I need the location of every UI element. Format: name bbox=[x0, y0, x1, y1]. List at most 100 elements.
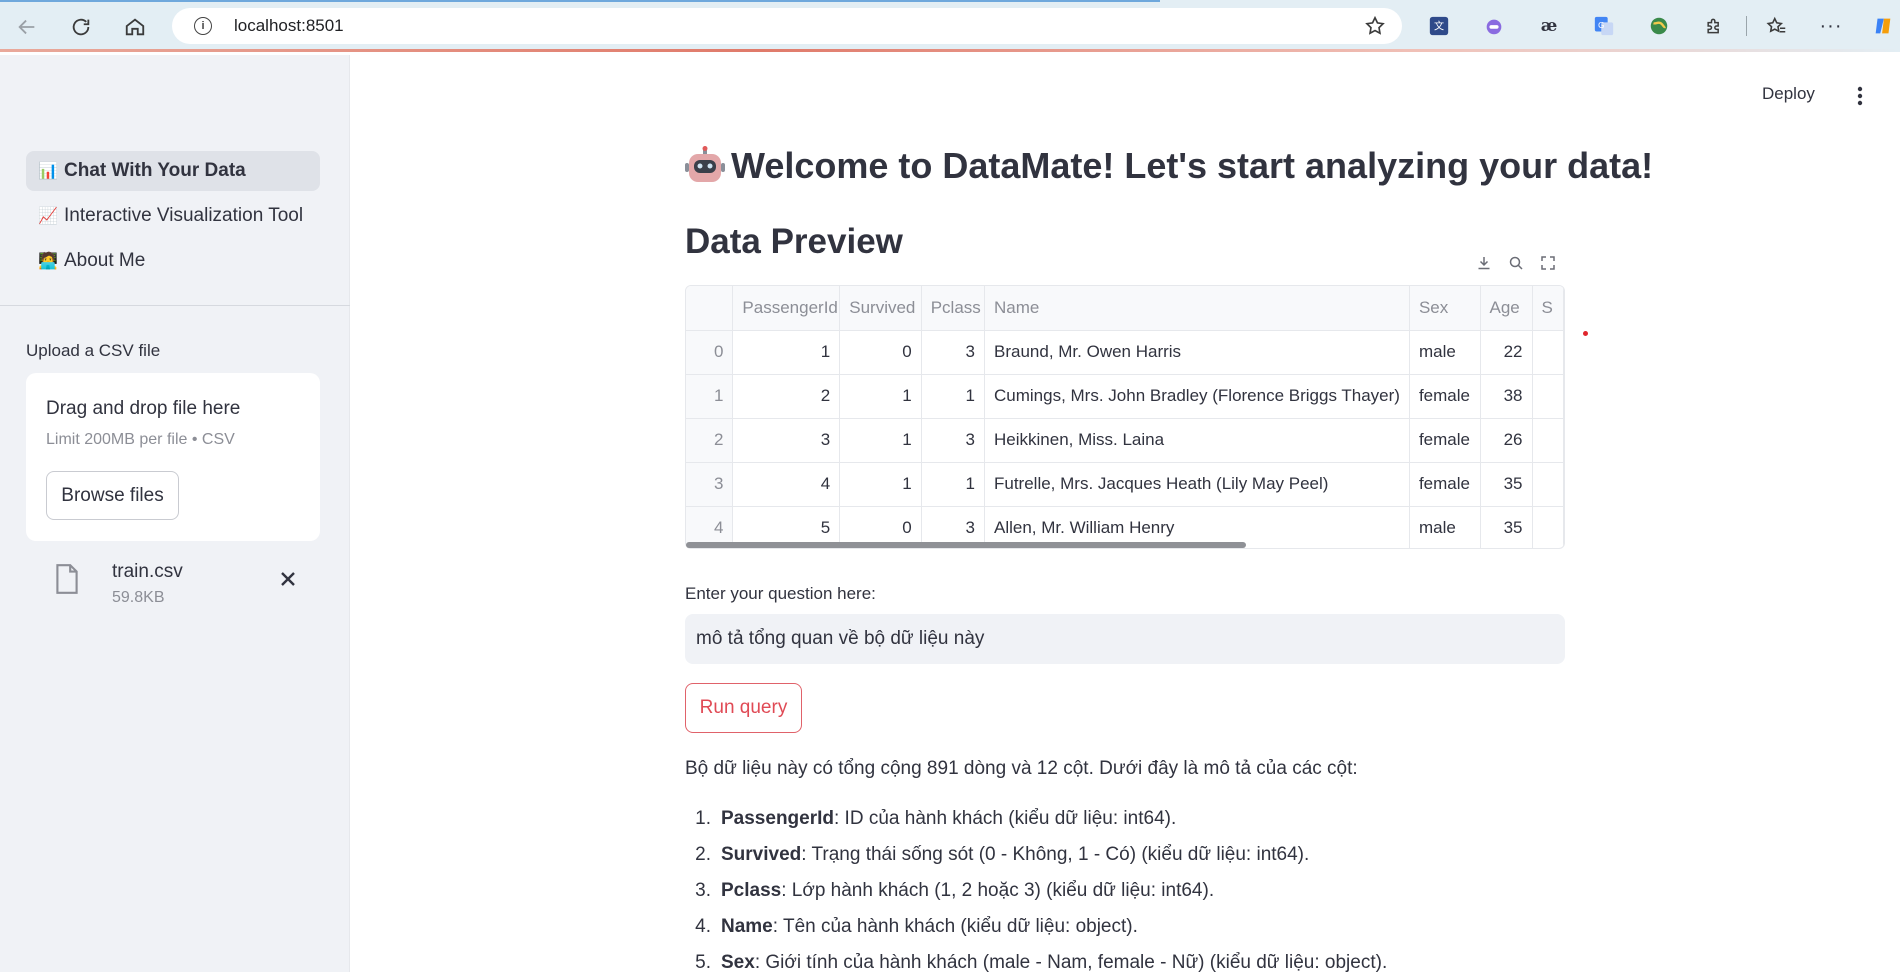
purple-extension-icon[interactable] bbox=[1481, 13, 1507, 39]
search-icon[interactable] bbox=[1508, 255, 1524, 271]
table-cell[interactable]: 1 bbox=[839, 418, 922, 463]
row-index: 3 bbox=[686, 462, 734, 507]
file-name: train.csv bbox=[112, 561, 183, 582]
table-cell[interactable]: 35 bbox=[1480, 462, 1533, 507]
dropzone-limit: Limit 200MB per file • CSV bbox=[46, 431, 235, 448]
file-dropzone[interactable]: Drag and drop file here Limit 200MB per … bbox=[26, 373, 320, 541]
column-header[interactable]: Survived bbox=[839, 286, 922, 331]
reload-icon bbox=[72, 18, 90, 36]
column-header[interactable]: Sex bbox=[1409, 286, 1481, 331]
list-item-term: Sex bbox=[721, 952, 755, 972]
table-cell[interactable]: 38 bbox=[1480, 374, 1533, 419]
table-row: 2 3 1 3 Heikkinen, Miss. Laina female 26 bbox=[686, 418, 1564, 463]
dropzone-title: Drag and drop file here bbox=[46, 398, 241, 419]
column-header[interactable]: Pclass bbox=[921, 286, 986, 331]
globe-extension-icon[interactable] bbox=[1646, 13, 1672, 39]
svg-text:G: G bbox=[1598, 20, 1604, 30]
list-item: 3. Pclass: Lớp hành khách (1, 2 hoặc 3) (… bbox=[685, 880, 1387, 916]
upload-label: Upload a CSV file bbox=[26, 341, 161, 360]
page-title: Welcome to DataMate! Let's start analyzi… bbox=[685, 145, 1653, 187]
puzzle-icon[interactable] bbox=[1701, 13, 1727, 39]
table-cell[interactable] bbox=[1532, 330, 1564, 375]
question-label: Enter your question here: bbox=[685, 584, 876, 603]
table-cell[interactable]: female bbox=[1409, 374, 1481, 419]
column-header[interactable]: S bbox=[1532, 286, 1564, 331]
table-cell[interactable] bbox=[1532, 506, 1564, 548]
list-item-term: PassengerId bbox=[721, 808, 834, 829]
uploaded-file: train.csv 59.8KB bbox=[26, 553, 320, 613]
page-title-text: Welcome to DataMate! Let's start analyzi… bbox=[731, 145, 1654, 186]
table-cell[interactable]: 1 bbox=[732, 330, 841, 375]
site-info-icon[interactable]: i bbox=[194, 17, 212, 35]
answer-intro: Bộ dữ liệu này có tổng cộng 891 dòng và … bbox=[685, 758, 1358, 779]
sidebar-item-interactive-visualization-tool[interactable]: 📈 Interactive Visualization Tool bbox=[26, 196, 320, 236]
data-preview-heading: Data Preview bbox=[685, 222, 903, 261]
table-cell[interactable]: female bbox=[1409, 462, 1481, 507]
address-bar[interactable]: i localhost:8501 bbox=[172, 8, 1402, 44]
run-query-button[interactable]: Run query bbox=[685, 683, 802, 733]
translate-extension-icon[interactable]: 文 bbox=[1426, 13, 1452, 39]
list-item: 2. Survived: Trạng thái sống sót (0 - Khô… bbox=[685, 844, 1387, 880]
table-cell[interactable] bbox=[1532, 374, 1564, 419]
table-horizontal-scrollbar[interactable] bbox=[686, 542, 1246, 548]
favorites-icon[interactable] bbox=[1763, 13, 1789, 39]
sidebar-item-chat-with-your-data[interactable]: 📊 Chat With Your Data bbox=[26, 151, 320, 191]
fullscreen-icon[interactable] bbox=[1540, 255, 1556, 271]
more-icon[interactable]: ··· bbox=[1818, 13, 1844, 39]
technologist-icon: 🧑‍💻 bbox=[38, 253, 58, 270]
table-cell[interactable]: 4 bbox=[732, 462, 841, 507]
table-cell[interactable]: Heikkinen, Miss. Laina bbox=[984, 418, 1410, 463]
download-icon[interactable] bbox=[1476, 255, 1492, 271]
robot-icon bbox=[685, 146, 725, 182]
google-translate-icon[interactable]: G bbox=[1591, 13, 1617, 39]
toolbar-accent-line bbox=[0, 49, 1900, 52]
table-cell[interactable] bbox=[1532, 462, 1564, 507]
table-cell[interactable]: 1 bbox=[839, 374, 922, 419]
question-input[interactable] bbox=[685, 614, 1565, 664]
home-button[interactable] bbox=[120, 12, 150, 42]
table-cell[interactable]: Futrelle, Mrs. Jacques Heath (Lily May P… bbox=[984, 462, 1410, 507]
table-cell[interactable]: Braund, Mr. Owen Harris bbox=[984, 330, 1410, 375]
list-item-term: Survived bbox=[721, 844, 802, 865]
table-cell[interactable]: 1 bbox=[921, 462, 986, 507]
back-button[interactable] bbox=[12, 12, 42, 42]
list-item: 5. Sex: Giới tính của hành khách (male - … bbox=[685, 952, 1387, 972]
table-cell[interactable]: 35 bbox=[1480, 506, 1533, 548]
main-menu-icon[interactable] bbox=[1850, 84, 1870, 108]
copilot-icon[interactable] bbox=[1870, 13, 1896, 39]
table-cell[interactable]: 1 bbox=[921, 374, 986, 419]
table-cell[interactable]: female bbox=[1409, 418, 1481, 463]
table-cell[interactable]: 1 bbox=[839, 462, 922, 507]
table-cell[interactable]: 26 bbox=[1480, 418, 1533, 463]
table-cell[interactable]: 0 bbox=[839, 330, 922, 375]
table-cell[interactable]: 22 bbox=[1480, 330, 1533, 375]
ae-extension-icon[interactable]: æ bbox=[1536, 13, 1562, 39]
table-toolbar bbox=[1468, 248, 1564, 278]
list-item-term: Pclass bbox=[721, 880, 782, 901]
table-cell[interactable]: 3 bbox=[921, 330, 986, 375]
table-cell[interactable]: male bbox=[1409, 330, 1481, 375]
table-cell[interactable]: 2 bbox=[732, 374, 841, 419]
table-cell[interactable] bbox=[1532, 418, 1564, 463]
column-header[interactable]: PassengerId bbox=[732, 286, 841, 331]
column-header[interactable]: Age bbox=[1480, 286, 1533, 331]
close-icon[interactable] bbox=[276, 567, 300, 591]
table-cell[interactable]: Cumings, Mrs. John Bradley (Florence Bri… bbox=[984, 374, 1410, 419]
data-preview-table[interactable]: PassengerId Survived Pclass Name Sex Age… bbox=[685, 285, 1565, 549]
column-header[interactable] bbox=[686, 286, 734, 331]
table-row: 3 4 1 1 Futrelle, Mrs. Jacques Heath (Li… bbox=[686, 462, 1564, 507]
table-cell[interactable]: male bbox=[1409, 506, 1481, 548]
column-header[interactable]: Name bbox=[984, 286, 1410, 331]
list-item-desc: : Tên của hành khách (kiểu dữ liệu: obje… bbox=[772, 916, 1138, 937]
bookmark-star-icon[interactable] bbox=[1364, 15, 1386, 37]
answer-list: 1. PassengerId: ID của hành khách (kiểu d… bbox=[685, 808, 1387, 972]
reload-button[interactable] bbox=[66, 12, 96, 42]
deploy-button[interactable]: Deploy bbox=[1762, 84, 1815, 104]
table-cell[interactable]: 3 bbox=[921, 418, 986, 463]
table-cell[interactable]: 3 bbox=[732, 418, 841, 463]
sidebar-item-about-me[interactable]: 🧑‍💻 About Me bbox=[26, 241, 320, 281]
table-header-row: PassengerId Survived Pclass Name Sex Age… bbox=[686, 286, 1564, 331]
browse-files-button[interactable]: Browse files bbox=[46, 471, 179, 520]
row-index: 1 bbox=[686, 374, 734, 419]
page-load-progress bbox=[0, 0, 1160, 2]
